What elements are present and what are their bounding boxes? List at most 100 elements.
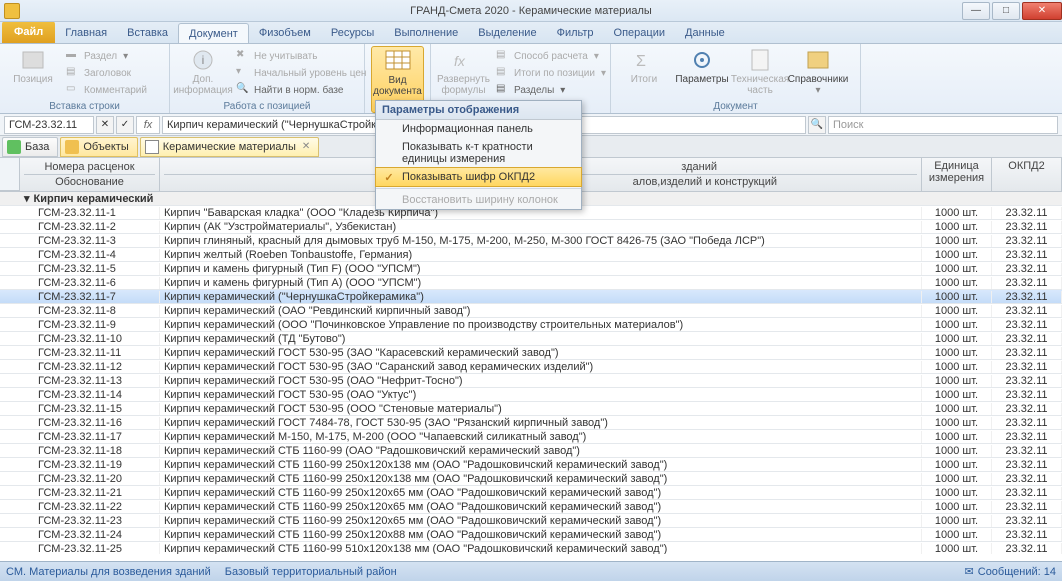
- table-row[interactable]: ГСМ-23.32.11-22Кирпич керамический СТБ 1…: [0, 500, 1062, 514]
- table-row[interactable]: ГСМ-23.32.11-23Кирпич керамический СТБ 1…: [0, 514, 1062, 528]
- cell-code: ГСМ-23.32.11-18: [20, 445, 160, 457]
- cell-code: ГСМ-23.32.11-16: [20, 417, 160, 429]
- cell-code: ГСМ-23.32.11-3: [20, 235, 160, 247]
- cell-okpd: 23.32.11: [992, 319, 1062, 331]
- section-icon: ▬: [66, 49, 80, 63]
- grid-icon: [384, 49, 412, 73]
- ribbon-tab-9[interactable]: Данные: [675, 23, 735, 43]
- table-row[interactable]: ГСМ-23.32.11-5Кирпич и камень фигурный (…: [0, 262, 1062, 276]
- minimize-button[interactable]: —: [962, 2, 990, 20]
- file-tab[interactable]: Файл: [2, 21, 55, 43]
- table-row[interactable]: ГСМ-23.32.11-10Кирпич керамический (ТД "…: [0, 332, 1062, 346]
- status-region: Базовый территориальный район: [225, 566, 397, 578]
- sections-button[interactable]: ▤Разделы▾: [494, 82, 608, 98]
- cell-okpd: 23.32.11: [992, 291, 1062, 303]
- table-row[interactable]: ГСМ-23.32.11-16Кирпич керамический ГОСТ …: [0, 416, 1062, 430]
- search-input[interactable]: Поиск: [828, 116, 1058, 134]
- status-context: СМ. Материалы для возведения зданий: [6, 566, 211, 578]
- dropdown-item-0[interactable]: Информационная панель: [376, 120, 581, 138]
- comment-button[interactable]: ▭Комментарий: [64, 82, 149, 98]
- ribbon-tab-5[interactable]: Выполнение: [384, 23, 468, 43]
- ribbon-tabstrip: Файл ГлавнаяВставкаДокументФизобъемРесур…: [0, 22, 1062, 44]
- tab-ceramics[interactable]: Керамические материалы ✕: [140, 137, 320, 157]
- cell-name: Кирпич керамический СТБ 1160-99 250х120х…: [160, 529, 922, 541]
- cell-code: ГСМ-23.32.11-8: [20, 305, 160, 317]
- dontcount-button[interactable]: ✖Не учитывать: [234, 48, 379, 64]
- dopinfo-label: Доп. информация: [173, 74, 233, 96]
- cell-unit: 1000 шт.: [922, 459, 992, 471]
- status-messages[interactable]: Сообщений: 14: [978, 566, 1056, 578]
- cell-code: ГСМ-23.32.11-9: [20, 319, 160, 331]
- table-row[interactable]: ГСМ-23.32.11-8Кирпич керамический (ОАО "…: [0, 304, 1062, 318]
- table-row[interactable]: ГСМ-23.32.11-9Кирпич керамический (ООО "…: [0, 318, 1062, 332]
- fx-button[interactable]: fx: [136, 116, 160, 134]
- section-button[interactable]: ▬Раздел▾: [64, 48, 149, 64]
- ribbon-tab-2[interactable]: Документ: [178, 23, 249, 43]
- cell-code: ГСМ-23.32.11-21: [20, 487, 160, 499]
- cell-okpd: 23.32.11: [992, 529, 1062, 541]
- search-go-button[interactable]: 🔍: [808, 116, 826, 134]
- cell-name: Кирпич керамический ГОСТ 7484-78, ГОСТ 5…: [160, 417, 922, 429]
- tab-base[interactable]: База: [2, 137, 58, 157]
- cell-ref-box[interactable]: ГСМ-23.32.11: [4, 116, 94, 134]
- cell-okpd: 23.32.11: [992, 277, 1062, 289]
- table-row[interactable]: ГСМ-23.32.11-6Кирпич и камень фигурный (…: [0, 276, 1062, 290]
- ribbon-tab-1[interactable]: Вставка: [117, 23, 178, 43]
- ribbon-tab-8[interactable]: Операции: [604, 23, 675, 43]
- table-row[interactable]: ГСМ-23.32.11-21Кирпич керамический СТБ 1…: [0, 486, 1062, 500]
- table-row[interactable]: ГСМ-23.32.11-24Кирпич керамический СТБ 1…: [0, 528, 1062, 542]
- ribbon-tab-4[interactable]: Ресурсы: [321, 23, 384, 43]
- ribbon-tab-3[interactable]: Физобъем: [249, 23, 321, 43]
- table-row[interactable]: ГСМ-23.32.11-25Кирпич керамический СТБ 1…: [0, 542, 1062, 554]
- ribbon-tab-7[interactable]: Фильтр: [547, 23, 604, 43]
- svg-text:i: i: [202, 53, 205, 67]
- calcmethod-button[interactable]: ▤Способ расчета▾: [494, 48, 608, 64]
- table-row[interactable]: ГСМ-23.32.11-14Кирпич керамический ГОСТ …: [0, 388, 1062, 402]
- table-row[interactable]: ГСМ-23.32.11-4Кирпич желтый (Roeben Tonb…: [0, 248, 1062, 262]
- dropdown-item-2[interactable]: Показывать шифр ОКПД2: [375, 167, 582, 187]
- tab-objects[interactable]: Объекты: [60, 137, 137, 157]
- tab-close-button[interactable]: ✕: [302, 141, 310, 152]
- close-button[interactable]: ✕: [1022, 2, 1062, 20]
- cell-name: Кирпич керамический (ООО "Починковское У…: [160, 319, 922, 331]
- table-row[interactable]: ГСМ-23.32.11-11Кирпич керамический ГОСТ …: [0, 346, 1062, 360]
- table-row[interactable]: ГСМ-23.32.11-19Кирпич керамический СТБ 1…: [0, 458, 1062, 472]
- cell-okpd: 23.32.11: [992, 263, 1062, 275]
- ribbon-tab-0[interactable]: Главная: [55, 23, 117, 43]
- pricelevel-button[interactable]: ▾Начальный уровень цен▾: [234, 65, 379, 81]
- confirm-edit-button[interactable]: ✓: [116, 116, 134, 134]
- dropdown-item-1[interactable]: Показывать к-т кратности единицы измерен…: [376, 138, 581, 168]
- envelope-icon[interactable]: ✉: [965, 565, 974, 578]
- table-row[interactable]: ГСМ-23.32.11-15Кирпич керамический ГОСТ …: [0, 402, 1062, 416]
- cell-name: Кирпич желтый (Roeben Tonbaustoffe, Герм…: [160, 249, 922, 261]
- cell-name: Кирпич керамический СТБ 1160-99 250х120х…: [160, 459, 922, 471]
- cell-code: ГСМ-23.32.11-6: [20, 277, 160, 289]
- cell-name: Кирпич керамический СТБ 1160-99 250х120х…: [160, 487, 922, 499]
- maximize-button[interactable]: □: [992, 2, 1020, 20]
- table-row[interactable]: ГСМ-23.32.11-18Кирпич керамический СТБ 1…: [0, 444, 1062, 458]
- table-row[interactable]: ГСМ-23.32.11-2Кирпич (АК "Узстройматериа…: [0, 220, 1062, 234]
- check-icon: [382, 170, 396, 184]
- cell-okpd: 23.32.11: [992, 445, 1062, 457]
- cell-unit: 1000 шт.: [922, 319, 992, 331]
- chevron-down-icon: ▾: [601, 68, 606, 79]
- cancel-edit-button[interactable]: ✕: [96, 116, 114, 134]
- table-row[interactable]: ГСМ-23.32.11-17Кирпич керамический М-150…: [0, 430, 1062, 444]
- table-row[interactable]: ГСМ-23.32.11-20Кирпич керамический СТБ 1…: [0, 472, 1062, 486]
- table-row[interactable]: ГСМ-23.32.11-7Кирпич керамический ("Черн…: [0, 290, 1062, 304]
- findnorm-button[interactable]: 🔍Найти в норм. базе: [234, 82, 379, 98]
- ribbon-tab-6[interactable]: Выделение: [468, 23, 546, 43]
- okpd-header[interactable]: ОКПД2: [992, 158, 1062, 191]
- code-header[interactable]: Номера расценок Обоснование: [20, 158, 160, 191]
- table-body[interactable]: ▾Кирпич керамическийГСМ-23.32.11-1Кирпич…: [0, 192, 1062, 554]
- unit-header[interactable]: Единица измерения: [922, 158, 992, 191]
- cell-unit: 1000 шт.: [922, 515, 992, 527]
- table-row[interactable]: ГСМ-23.32.11-13Кирпич керамический ГОСТ …: [0, 374, 1062, 388]
- svg-text:Σ: Σ: [636, 53, 646, 70]
- cell-code: ГСМ-23.32.11-17: [20, 431, 160, 443]
- table-row[interactable]: ГСМ-23.32.11-12Кирпич керамический ГОСТ …: [0, 360, 1062, 374]
- table-row[interactable]: ГСМ-23.32.11-3Кирпич глиняный, красный д…: [0, 234, 1062, 248]
- cell-code: ГСМ-23.32.11-10: [20, 333, 160, 345]
- positotals-button[interactable]: ▤Итоги по позиции▾: [494, 65, 608, 81]
- header-button[interactable]: ▤Заголовок: [64, 65, 149, 81]
